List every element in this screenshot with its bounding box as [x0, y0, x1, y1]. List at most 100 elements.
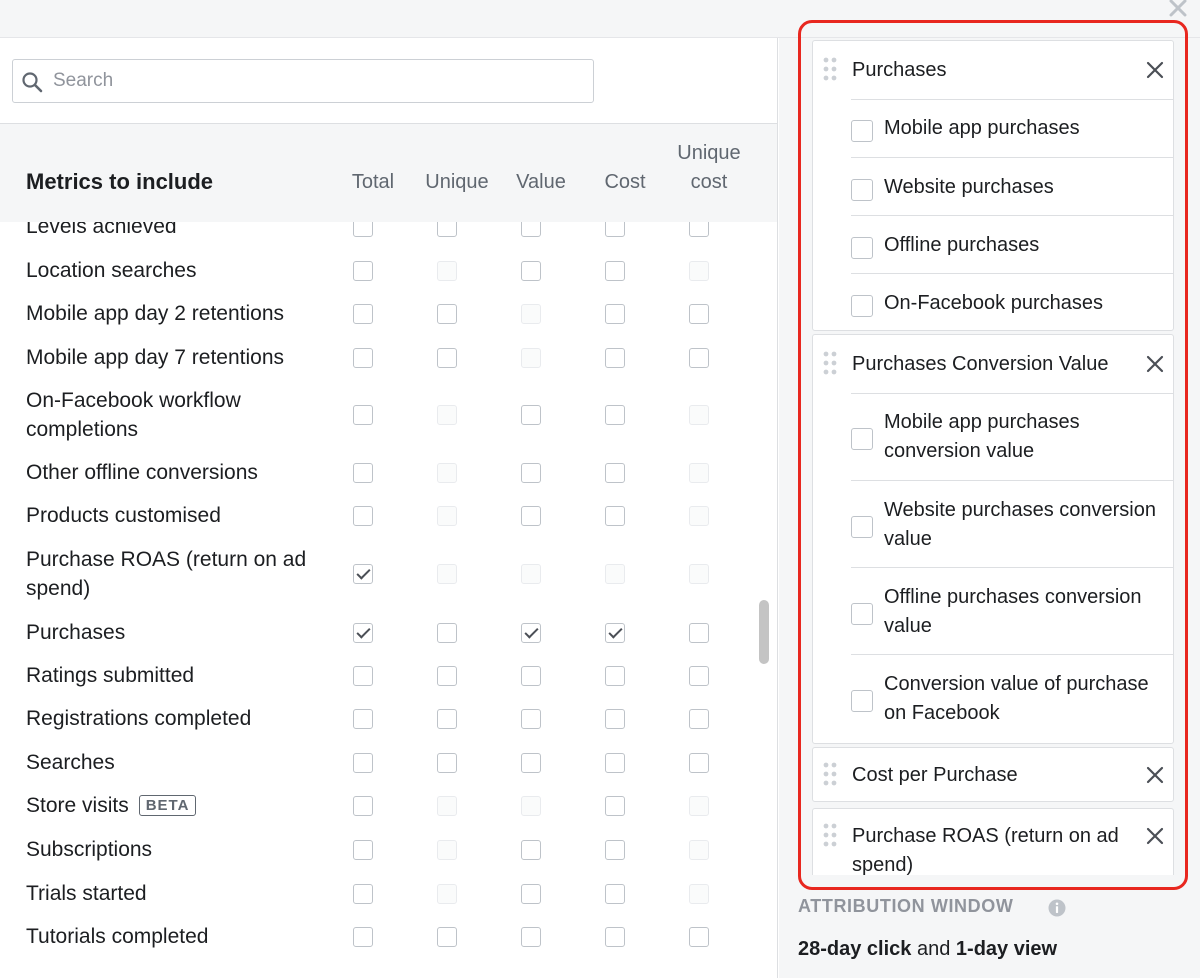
checkbox-cost[interactable] [605, 462, 625, 483]
checkbox-total[interactable] [353, 405, 373, 425]
breakdown-checkbox[interactable] [851, 603, 873, 625]
checkbox-unique[interactable] [437, 752, 457, 773]
checkbox-unique-cost[interactable] [689, 926, 709, 947]
scrollbar[interactable] [759, 600, 769, 664]
checkbox-unique[interactable] [437, 926, 457, 947]
table-row: Purchase ROAS (return on ad spend) [0, 545, 760, 603]
checkbox-value[interactable] [521, 405, 541, 425]
checkbox-cost[interactable] [605, 665, 625, 686]
metric-label: On-Facebook workflow completions [26, 386, 326, 444]
checkbox-total[interactable] [353, 564, 373, 584]
checkbox-unique-cost[interactable] [689, 622, 709, 643]
breakdown-checkbox[interactable] [851, 178, 873, 201]
checkbox-value[interactable] [521, 839, 541, 860]
checkbox-unique-cost[interactable] [689, 708, 709, 729]
remove-icon[interactable] [1143, 352, 1167, 376]
checkbox-total[interactable] [353, 347, 373, 368]
checkbox-value[interactable] [521, 665, 541, 686]
checkbox-total[interactable] [353, 752, 373, 773]
checkbox-value[interactable] [521, 462, 541, 483]
checkbox-cost[interactable] [605, 260, 625, 281]
table-row: Store visits BETA [0, 791, 760, 820]
attribution-window-value: 28-day click and 1-day view [798, 938, 1057, 961]
breakdown-checkbox[interactable] [851, 690, 873, 712]
table-row: Mobile app day 2 retentions [0, 299, 760, 328]
search-input[interactable] [51, 66, 581, 96]
checkbox-total[interactable] [353, 622, 373, 643]
breakdown-checkbox[interactable] [851, 428, 873, 450]
checkbox-unique-cost[interactable] [689, 303, 709, 324]
checkbox-unique[interactable] [437, 622, 457, 643]
checkbox-value[interactable] [521, 222, 541, 237]
checkbox-unique-cost[interactable] [689, 665, 709, 686]
remove-icon[interactable] [1143, 763, 1167, 787]
checkbox-unique-cost[interactable] [689, 347, 709, 368]
metric-label-text: On-Facebook workflow completions [26, 389, 241, 441]
breakdown-checkbox[interactable] [851, 516, 873, 538]
divider [851, 480, 1173, 481]
checkbox-cost[interactable] [605, 405, 625, 425]
checkbox-unique-cost [689, 260, 709, 281]
table-row: Ratings submitted [0, 661, 760, 690]
checkbox-total[interactable] [353, 926, 373, 947]
checkbox-unique[interactable] [437, 222, 457, 237]
search-box[interactable] [12, 59, 594, 103]
checkbox-cost[interactable] [605, 222, 625, 237]
checkbox-total[interactable] [353, 708, 373, 729]
checkbox-value[interactable] [521, 883, 541, 904]
checkbox-unique[interactable] [437, 708, 457, 729]
column-header-unique-cost: Unique cost [677, 142, 741, 193]
checkbox-total[interactable] [353, 505, 373, 526]
checkbox-cost[interactable] [605, 505, 625, 526]
divider [851, 654, 1173, 655]
checkbox-cost[interactable] [605, 752, 625, 773]
drag-handle-icon[interactable] [822, 350, 838, 376]
drag-handle-icon[interactable] [822, 56, 838, 82]
checkbox-unique-cost[interactable] [689, 752, 709, 773]
checkbox-cost[interactable] [605, 795, 625, 816]
checkbox-unique[interactable] [437, 303, 457, 324]
checkbox-value[interactable] [521, 926, 541, 947]
checkbox-total[interactable] [353, 665, 373, 686]
checkbox-unique[interactable] [437, 665, 457, 686]
breakdown-checkbox[interactable] [851, 119, 873, 142]
breakdown-checkbox[interactable] [851, 236, 873, 259]
checkbox-value[interactable] [521, 505, 541, 526]
breakdown-label: Offline purchases [884, 234, 1040, 256]
checkbox-cost[interactable] [605, 622, 625, 643]
breakdown-label: Mobile app purchases conversion value [884, 411, 1080, 462]
checkbox-value[interactable] [521, 622, 541, 643]
checkbox-total[interactable] [353, 839, 373, 860]
checkbox-value[interactable] [521, 260, 541, 281]
checkbox-cost [605, 564, 625, 584]
checkbox-unique[interactable] [437, 347, 457, 368]
checkbox-cost[interactable] [605, 347, 625, 368]
checkbox-total[interactable] [353, 795, 373, 816]
checkbox-unique [437, 462, 457, 483]
remove-icon[interactable] [1143, 824, 1167, 848]
metric-label-text: Mobile app day 7 retentions [26, 346, 284, 369]
checkbox-total[interactable] [353, 260, 373, 281]
drag-handle-icon[interactable] [822, 822, 838, 848]
divider [851, 393, 1173, 394]
close-icon[interactable] [1166, 0, 1190, 20]
table-row: Levels achieved [0, 222, 760, 241]
checkbox-cost[interactable] [605, 708, 625, 729]
drag-handle-icon[interactable] [822, 761, 838, 787]
checkbox-cost[interactable] [605, 303, 625, 324]
metric-label: Mobile app day 2 retentions [26, 299, 326, 328]
checkbox-value[interactable] [521, 708, 541, 729]
checkbox-cost[interactable] [605, 839, 625, 860]
checkbox-total[interactable] [353, 462, 373, 483]
checkbox-unique-cost[interactable] [689, 222, 709, 237]
checkbox-total[interactable] [353, 222, 373, 237]
checkbox-total[interactable] [353, 303, 373, 324]
checkbox-cost[interactable] [605, 926, 625, 947]
breakdown-checkbox[interactable] [851, 294, 873, 317]
checkbox-cost[interactable] [605, 883, 625, 904]
checkbox-total[interactable] [353, 883, 373, 904]
info-icon[interactable] [1048, 899, 1066, 917]
remove-icon[interactable] [1143, 58, 1167, 82]
checkbox-unique [437, 883, 457, 904]
checkbox-value[interactable] [521, 752, 541, 773]
